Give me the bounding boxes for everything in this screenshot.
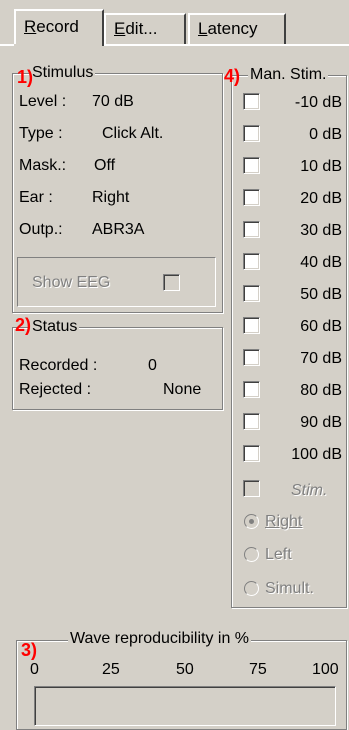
stim-checkbox-40[interactable]	[243, 253, 260, 270]
tab-latency[interactable]: Latency	[188, 13, 286, 44]
stimulus-mask-label: Mask.:	[19, 157, 67, 174]
active-tab-gap	[14, 44, 102, 46]
man-stim-group-title: Man. Stim.	[248, 66, 329, 84]
stimulus-level-value: 70 dB	[92, 93, 134, 110]
stim-label-50: 50 dB	[300, 286, 342, 303]
stim-checkbox-minus10[interactable]	[243, 93, 260, 110]
stim-label-40: 40 dB	[300, 254, 342, 271]
stim-checkbox-30[interactable]	[243, 221, 260, 238]
stim-label-20: 20 dB	[300, 190, 342, 207]
tab-edit-mnemonic: E	[114, 19, 126, 38]
tab-record[interactable]: Record	[14, 9, 104, 46]
stim-checkbox-90[interactable]	[243, 413, 260, 430]
stim-checkbox-60[interactable]	[243, 317, 260, 334]
radio-simult[interactable]	[244, 581, 259, 596]
stimulus-marker: 1)	[17, 67, 34, 87]
rejected-label: Rejected :	[19, 381, 92, 398]
stimulus-group-title: Stimulus	[30, 64, 96, 82]
wave-reproducibility-bar	[34, 686, 336, 726]
radio-right-selected-dot	[249, 519, 254, 524]
show-eeg-checkbox[interactable]	[163, 274, 180, 291]
stim-checkbox-80[interactable]	[243, 381, 260, 398]
stimulus-type-label: Type :	[19, 125, 63, 142]
stim-label-10: 10 dB	[300, 158, 342, 175]
show-eeg-label: Show EEG	[32, 274, 111, 291]
man-stim-marker: 4)	[224, 66, 241, 86]
stim-checkbox-100[interactable]	[243, 445, 260, 462]
wave-tick-50: 50	[176, 661, 194, 678]
stimulus-type-value: Click Alt.	[102, 125, 164, 142]
stim-checkbox-0[interactable]	[243, 125, 260, 142]
tab-record-label: ecord	[36, 17, 79, 36]
wave-tick-0: 0	[30, 661, 39, 678]
stim-checkbox-20[interactable]	[243, 189, 260, 206]
stimulus-outp-label: Outp.:	[19, 221, 63, 238]
radio-right-label: Right	[265, 513, 303, 530]
stim-label-30: 30 dB	[300, 222, 342, 239]
status-marker: 2)	[15, 315, 32, 335]
stim-label-90: 90 dB	[300, 414, 342, 431]
stim-label-70: 70 dB	[300, 350, 342, 367]
recorded-label: Recorded :	[19, 357, 98, 374]
tab-edit[interactable]: Edit...	[104, 13, 186, 44]
stimulus-outp-value: ABR3A	[92, 221, 145, 238]
stim-checkbox-10[interactable]	[243, 157, 260, 174]
stimulus-ear-value: Right	[92, 189, 130, 206]
radio-right[interactable]	[244, 514, 259, 529]
stimulus-level-label: Level :	[19, 93, 67, 110]
wave-tick-75: 75	[249, 661, 267, 678]
stim-toggle-label: Stim.	[291, 482, 328, 499]
radio-left-label: Left	[265, 546, 292, 563]
radio-left[interactable]	[244, 547, 259, 562]
stim-label-0: 0 dB	[309, 126, 342, 143]
wave-marker: 3)	[21, 640, 38, 660]
recorded-value: 0	[148, 357, 157, 374]
wave-tick-25: 25	[102, 661, 120, 678]
stim-label-60: 60 dB	[300, 318, 342, 335]
stim-checkbox-70[interactable]	[243, 349, 260, 366]
wave-tick-100: 100	[312, 661, 339, 678]
stim-label-80: 80 dB	[300, 382, 342, 399]
stim-label-minus10: -10 dB	[294, 94, 342, 111]
status-group-title: Status	[30, 318, 80, 336]
tab-edit-label: dit...	[125, 19, 158, 38]
rejected-value: None	[163, 381, 202, 398]
stim-label-100: 100 dB	[291, 446, 342, 463]
stimulus-ear-label: Ear :	[19, 189, 53, 206]
wave-group-title: Wave reproducibility in %	[68, 630, 252, 648]
stim-checkbox-50[interactable]	[243, 285, 260, 302]
tab-latency-label: atency	[207, 19, 258, 38]
tab-record-mnemonic: R	[24, 17, 37, 36]
stimulus-mask-value: Off	[94, 157, 116, 174]
radio-simult-label: Simult.	[265, 580, 314, 597]
stim-toggle-checkbox[interactable]	[243, 480, 260, 497]
